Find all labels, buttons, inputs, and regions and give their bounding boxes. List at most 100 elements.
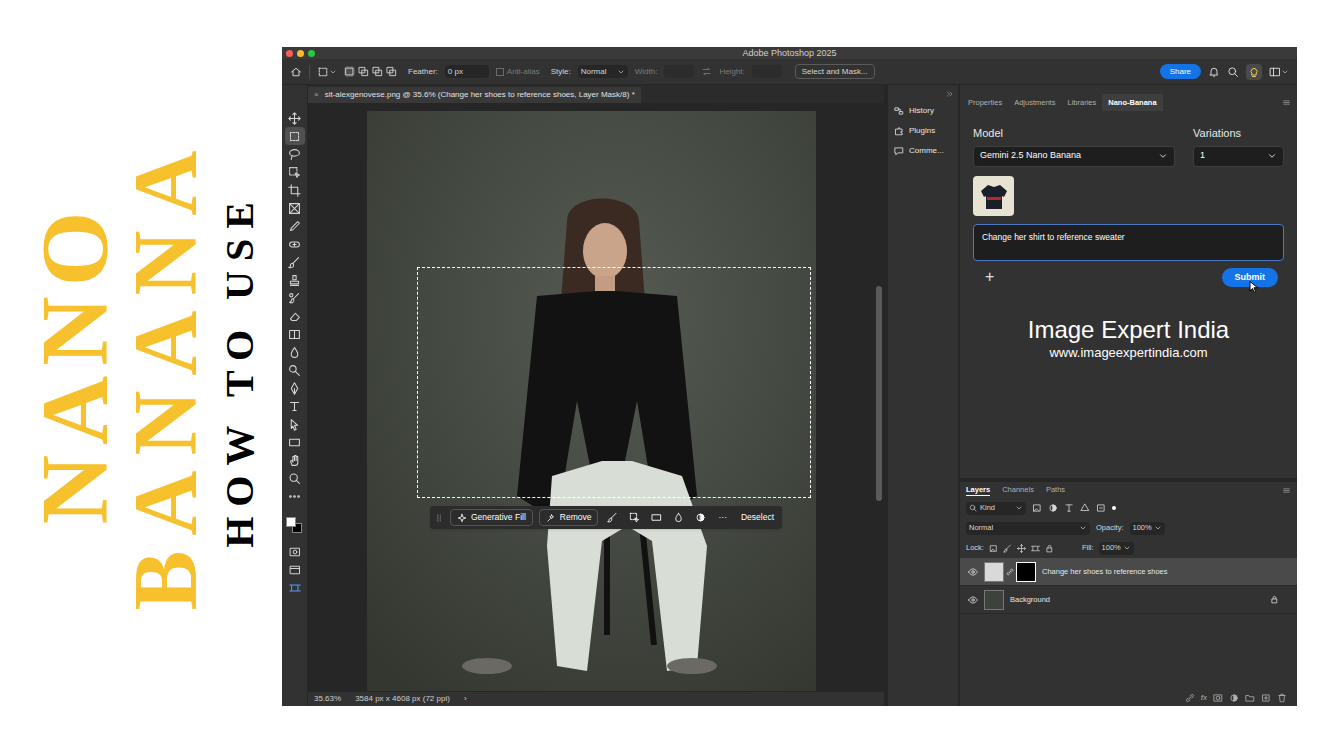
histbrush-tool-icon[interactable] [285,289,305,307]
more-options-button[interactable]: ··· [714,511,731,524]
dots-tool-icon[interactable] [285,487,305,505]
close-button[interactable] [286,50,293,57]
home-icon[interactable] [290,66,302,78]
foreground-color-swatch[interactable] [286,517,296,527]
taskbar-button[interactable]: Remove [539,509,599,526]
brush-icon[interactable] [604,510,620,526]
panel-tab[interactable]: Properties [962,94,1008,111]
hand-tool-icon[interactable] [285,451,305,469]
model-select[interactable]: Gemini 2.5 Nano Banana [973,146,1175,167]
dodge-tool-icon[interactable] [285,361,305,379]
new-selection-icon[interactable] [344,66,355,77]
layers-tab[interactable]: Paths [1046,484,1065,495]
rect-tool-icon[interactable] [285,433,305,451]
shape-filter-icon[interactable] [1080,503,1090,513]
learn-bulb-icon[interactable] [1246,64,1262,80]
collapse-icon[interactable] [946,87,954,101]
reference-image[interactable] [973,176,1014,216]
brush-tool-icon[interactable] [285,253,305,271]
close-tab-button[interactable]: × [314,89,319,101]
new-layer-icon[interactable] [1261,693,1271,703]
subtract-selection-icon[interactable] [372,66,383,77]
add-selection-icon[interactable] [358,66,369,77]
type-filter-icon[interactable] [1064,503,1074,513]
filter-toggle-dot[interactable] [1112,506,1116,510]
layer-lock-icon[interactable] [1270,595,1279,604]
layers-tab[interactable]: Channels [1002,484,1034,495]
layer-row[interactable]: Background [960,586,1297,614]
screen-mode-icon[interactable] [285,561,305,579]
select-tool-icon[interactable] [285,415,305,433]
lasso-tool-icon[interactable] [285,145,305,163]
dock-item[interactable]: Comme... [888,141,958,161]
submit-button[interactable]: Submit [1222,268,1279,288]
intersect-selection-icon[interactable] [386,66,397,77]
share-button[interactable]: Share [1160,64,1201,79]
add-mask-icon[interactable] [1213,693,1223,703]
layer-thumbnail[interactable] [984,562,1004,582]
taskbar-button[interactable]: Generative Fill [450,509,533,526]
frame-tool-icon[interactable] [285,199,305,217]
trash-icon[interactable] [1277,693,1287,703]
deselect-button[interactable]: Deselect [737,511,778,524]
rect-icon[interactable] [648,510,664,526]
panel-tab[interactable]: Adjustments [1008,94,1061,111]
typetool-tool-icon[interactable] [285,397,305,415]
dock-item[interactable]: Plugins [888,121,958,141]
marquee-tool-icon[interactable] [285,127,305,145]
layer-style-button[interactable]: fx [1201,692,1207,704]
prompt-field[interactable]: Change her shirt to reference sweater [973,224,1284,261]
vertical-scrollbar[interactable] [874,103,884,692]
gradient-tool-icon[interactable] [285,325,305,343]
lock-position-icon[interactable] [1017,544,1026,553]
kind-filter[interactable]: Kind [966,502,1026,515]
minimize-button[interactable] [297,50,304,57]
link-icon[interactable] [1006,568,1014,576]
pixel-filter-icon[interactable] [1032,503,1042,513]
panel-menu-icon[interactable] [1282,94,1291,111]
blend-mode-select[interactable]: Normal [966,522,1090,535]
zoom-button[interactable] [308,50,315,57]
drop-tool-icon[interactable] [285,343,305,361]
stamp-tool-icon[interactable] [285,271,305,289]
panel-tab[interactable]: Nano-Banana [1102,94,1162,111]
drop-icon[interactable] [670,510,686,526]
lock-pixels-icon[interactable] [1003,544,1012,553]
smart-filter-icon[interactable] [1096,503,1106,513]
fill-field[interactable]: 100% [1099,542,1134,555]
lock-all-icon[interactable] [1045,544,1054,553]
layer-name[interactable]: Change her shoes to reference shoes [1042,566,1168,577]
add-reference-button[interactable]: + [985,269,994,285]
layer-row[interactable]: Change her shoes to reference shoes [960,558,1297,586]
layer-thumbnail[interactable] [984,590,1004,610]
layer-name[interactable]: Background [1010,594,1050,605]
quick-mask-icon[interactable] [285,543,305,561]
scrollbar-thumb[interactable] [876,286,882,501]
workspace-switcher[interactable] [1269,66,1289,78]
eyedrop-tool-icon[interactable] [285,217,305,235]
heal-tool-icon[interactable] [285,235,305,253]
zoom-tool-icon[interactable] [285,469,305,487]
objsel-tool-icon[interactable] [285,163,305,181]
mask-thumbnail[interactable] [1016,562,1036,582]
panel-tab[interactable]: Libraries [1061,94,1102,111]
color-swatches[interactable] [286,517,304,535]
visibility-eye-icon[interactable] [968,595,978,605]
search-icon[interactable] [1227,66,1239,78]
adjust-icon[interactable] [692,510,708,526]
grip-icon[interactable] [434,513,444,523]
status-menu-arrow[interactable]: › [464,693,467,705]
pen-tool-icon[interactable] [285,379,305,397]
opacity-field[interactable]: 100% [1130,522,1165,535]
visibility-eye-icon[interactable] [968,567,978,577]
link-layers-icon[interactable] [1185,693,1195,703]
lock-artboard-icon[interactable] [1031,544,1040,553]
objsel-icon[interactable] [626,510,642,526]
move-tool-icon[interactable] [285,109,305,127]
crop-tool-icon[interactable] [285,181,305,199]
style-select[interactable]: Normal [578,65,628,78]
panel-menu-icon[interactable] [1282,486,1291,495]
adjustment-filter-icon[interactable] [1048,503,1058,513]
lock-transparent-icon[interactable] [989,544,998,553]
adjustment-layer-icon[interactable] [1229,693,1239,703]
